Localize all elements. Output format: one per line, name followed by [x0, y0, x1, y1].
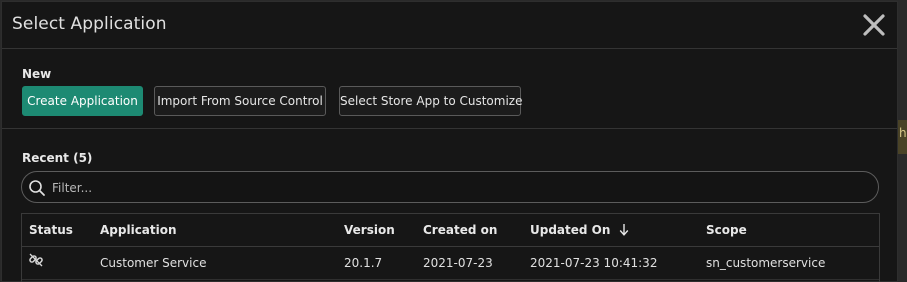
filter-field[interactable]: [21, 171, 879, 203]
new-section-label: New: [22, 67, 52, 81]
close-icon: [863, 14, 885, 36]
cell-updated-on: 2021-07-23 10:41:32: [530, 256, 658, 270]
cell-version: 20.1.7: [344, 256, 383, 270]
search-icon: [29, 180, 45, 196]
column-header-application[interactable]: Application: [100, 223, 177, 237]
column-header-version[interactable]: Version: [344, 223, 395, 237]
create-application-button[interactable]: Create Application: [22, 86, 143, 116]
close-button[interactable]: [861, 12, 887, 38]
table-header-row: Status Application Version Created on Up…: [22, 214, 879, 247]
recent-applications-table: Status Application Version Created on Up…: [21, 213, 880, 282]
dialog-title: Select Application: [12, 14, 167, 34]
link-broken-icon: [29, 253, 43, 267]
filter-input[interactable]: [50, 177, 854, 199]
cell-created-on: 2021-07-23: [423, 256, 493, 270]
column-header-updated-on[interactable]: Updated On: [530, 223, 629, 237]
arrow-down-icon: [619, 224, 628, 236]
table-row[interactable]: Customer Service 20.1.7 2021-07-23 2021-…: [22, 247, 879, 280]
column-header-scope[interactable]: Scope: [706, 223, 747, 237]
column-header-status[interactable]: Status: [29, 223, 73, 237]
column-header-created-on[interactable]: Created on: [423, 223, 497, 237]
import-from-source-control-button[interactable]: Import From Source Control: [154, 86, 326, 116]
recent-section-label: Recent (5): [22, 151, 93, 165]
cell-scope: sn_customerservice: [706, 256, 826, 270]
dialog-header: Select Application: [2, 2, 897, 49]
backdrop-notice-text: h: [899, 126, 907, 140]
new-section: New Create Application Import From Sourc…: [2, 49, 897, 129]
column-header-updated-on-label: Updated On: [530, 223, 611, 237]
cell-application[interactable]: Customer Service: [100, 256, 206, 270]
select-store-app-button[interactable]: Select Store App to Customize: [339, 86, 522, 116]
backdrop-notice-edge: h: [897, 120, 907, 154]
